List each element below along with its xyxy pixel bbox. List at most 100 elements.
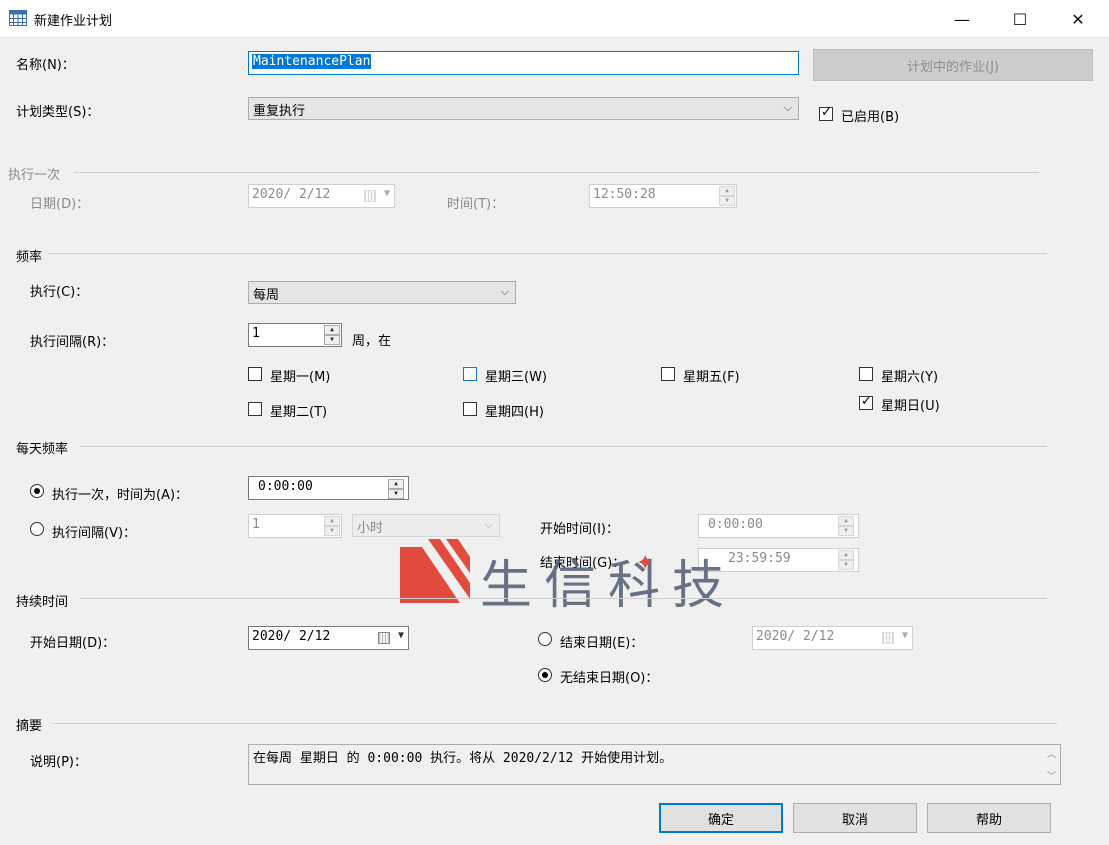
down-arrow-icon[interactable]: ▼	[324, 335, 340, 345]
calendar-grid-icon	[9, 10, 27, 26]
start-date-picker[interactable]: 2020/ 2/12 ▼	[248, 626, 409, 650]
enabled-checkbox[interactable]	[819, 105, 833, 121]
occurs-once-time-input[interactable]: 0:00:00 ▲ ▼	[248, 476, 409, 500]
recurs-spinner[interactable]: ▲ ▼	[324, 325, 340, 345]
schedule-type-select[interactable]: 重复执行 ⌵	[248, 97, 799, 120]
one-time-time-label: 时间(T)：	[447, 197, 505, 212]
up-arrow-icon: ▲	[838, 550, 854, 560]
saturday-label: 星期六(Y)	[881, 370, 939, 385]
title-bar: 新建作业计划 — ☐ ✕	[0, 0, 1109, 38]
saturday-checkbox[interactable]	[859, 367, 873, 381]
friday-label: 星期五(F)	[683, 370, 740, 385]
summary-divider	[52, 723, 1057, 724]
duration-heading: 持续时间	[16, 595, 69, 610]
up-arrow-icon: ▲	[719, 186, 735, 196]
dropdown-arrow-icon: ▼	[383, 188, 390, 199]
down-arrow-icon: ▼	[719, 196, 735, 206]
wednesday-checkbox[interactable]	[463, 367, 477, 381]
occurs-every-radio[interactable]	[30, 522, 44, 536]
close-button[interactable]: ✕	[1049, 0, 1107, 38]
maximize-icon: ☐	[1012, 9, 1028, 29]
start-time-input: 0:00:00 ▲ ▼	[698, 514, 859, 538]
one-time-time-input: 12:50:28 ▲ ▼	[589, 184, 737, 208]
schedule-type-label: 计划类型(S)：	[16, 105, 100, 120]
start-time-spinner: ▲ ▼	[838, 516, 854, 536]
one-time-date-picker: 2020/ 2/12 ▼	[248, 184, 395, 208]
occurs-select[interactable]: 每周 ⌵	[248, 281, 516, 304]
occurs-every-input: 1 ▲ ▼	[248, 514, 342, 538]
interval-unit-select: 小时 ⌵	[352, 514, 500, 537]
interval-spinner: ▲ ▼	[324, 516, 340, 536]
start-date-label: 开始日期(D)：	[30, 636, 116, 651]
thursday-label: 星期四(H)	[485, 405, 544, 420]
recurs-suffix: 周，在	[352, 334, 392, 349]
one-time-heading: 执行一次	[8, 168, 61, 183]
cancel-button[interactable]: 取消	[793, 803, 917, 833]
no-end-date-radio[interactable]	[538, 668, 552, 682]
duration-divider	[80, 598, 1047, 599]
help-button[interactable]: 帮助	[927, 803, 1051, 833]
summary-heading: 摘要	[16, 719, 43, 734]
daily-frequency-heading: 每天频率	[16, 442, 69, 457]
up-arrow-icon: ▲	[324, 516, 340, 526]
minimize-button[interactable]: —	[933, 0, 991, 38]
dropdown-arrow-icon[interactable]: ▼	[398, 630, 404, 641]
window-title: 新建作业计划	[34, 14, 113, 29]
sunday-checkbox[interactable]	[859, 394, 873, 410]
frequency-divider	[48, 253, 1047, 254]
friday-checkbox[interactable]	[661, 367, 675, 381]
down-arrow-icon: ▼	[324, 526, 340, 536]
daily-frequency-divider	[80, 446, 1047, 447]
chevron-down-icon: ⌵	[500, 285, 509, 298]
occurs-once-label: 执行一次，时间为(A)：	[52, 488, 189, 503]
one-time-date-label: 日期(D)：	[30, 197, 90, 212]
ok-button[interactable]: 确定	[659, 803, 783, 833]
sparkle-icon: ✦	[636, 551, 655, 576]
frequency-heading: 频率	[16, 250, 43, 265]
chevron-down-icon: ⌵	[783, 101, 792, 114]
watermark-text: 生信科技	[480, 556, 737, 616]
no-end-date-label: 无结束日期(O)：	[560, 671, 659, 686]
minimize-icon: —	[954, 9, 970, 29]
enabled-label: 已启用(B)	[841, 110, 900, 125]
description-textarea[interactable]: 在每周 星期日 的 0:00:00 执行。将从 2020/2/12 开始使用计划…	[248, 744, 1061, 785]
monday-checkbox[interactable]	[248, 367, 262, 381]
down-arrow-icon: ▼	[838, 560, 854, 570]
scroll-up-icon[interactable]: ︿	[1047, 747, 1056, 760]
name-label: 名称(N)：	[16, 58, 75, 73]
occurs-every-label: 执行间隔(V)：	[52, 526, 137, 541]
end-time-spinner: ▲ ▼	[838, 550, 854, 570]
name-input[interactable]: MaintenancePlan	[248, 51, 799, 75]
once-time-spinner[interactable]: ▲ ▼	[388, 479, 404, 499]
recurs-every-input[interactable]: 1 ▲ ▼	[248, 323, 342, 347]
recurs-label: 执行间隔(R)：	[30, 335, 115, 350]
up-arrow-icon: ▲	[838, 516, 854, 526]
scroll-down-icon[interactable]: ﹀	[1047, 769, 1056, 782]
dropdown-arrow-icon: ▼	[901, 630, 908, 641]
one-time-divider	[74, 172, 1039, 173]
monday-label: 星期一(M)	[270, 370, 331, 385]
end-date-label: 结束日期(E)：	[560, 636, 644, 651]
close-icon: ✕	[1071, 9, 1085, 29]
down-arrow-icon: ▼	[838, 526, 854, 536]
tuesday-checkbox[interactable]	[248, 402, 262, 416]
thursday-checkbox[interactable]	[463, 402, 477, 416]
wednesday-label: 星期三(W)	[485, 370, 547, 385]
occurs-once-radio[interactable]	[30, 484, 44, 498]
start-time-label: 开始时间(I)：	[540, 522, 619, 537]
time-spinner: ▲ ▼	[719, 186, 735, 206]
chevron-down-icon: ⌵	[484, 518, 493, 531]
end-date-radio[interactable]	[538, 632, 552, 646]
up-arrow-icon[interactable]: ▲	[324, 325, 340, 335]
description-scrollbar[interactable]: ︿ ﹀	[1043, 745, 1060, 784]
maximize-button[interactable]: ☐	[991, 0, 1049, 38]
up-arrow-icon[interactable]: ▲	[388, 479, 404, 489]
calendar-icon	[882, 632, 894, 644]
down-arrow-icon[interactable]: ▼	[388, 489, 404, 499]
end-date-picker: 2020/ 2/12 ▼	[752, 626, 913, 650]
tuesday-label: 星期二(T)	[270, 405, 328, 420]
occurs-label: 执行(C)：	[30, 285, 89, 300]
calendar-icon	[364, 190, 376, 202]
sunday-label: 星期日(U)	[881, 399, 940, 414]
calendar-icon[interactable]	[378, 632, 390, 644]
